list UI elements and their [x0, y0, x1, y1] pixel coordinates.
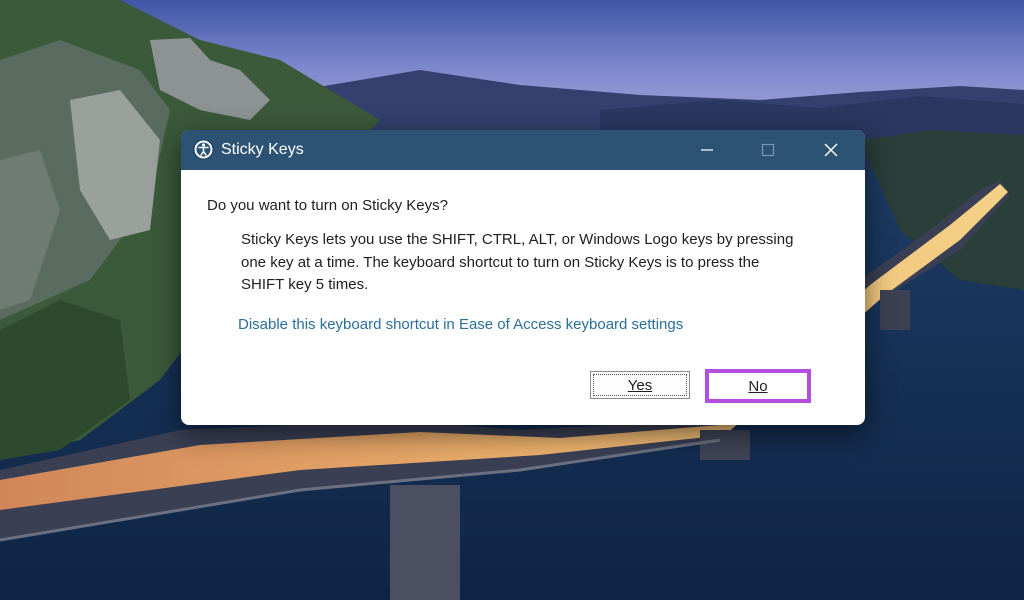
no-button-label: No	[748, 377, 768, 395]
title-bar[interactable]: Sticky Keys	[181, 130, 865, 170]
dialog-question: Do you want to turn on Sticky Keys?	[207, 197, 448, 214]
ease-of-access-settings-link[interactable]: Disable this keyboard shortcut in Ease o…	[238, 316, 683, 333]
no-button[interactable]: No	[705, 369, 811, 403]
maximize-button[interactable]	[745, 130, 791, 170]
window-title: Sticky Keys	[221, 141, 304, 158]
minimize-icon	[701, 149, 713, 151]
accessibility-icon	[193, 139, 214, 160]
sticky-keys-dialog: Sticky Keys Do you want to turn on Stick…	[181, 130, 865, 425]
yes-button[interactable]: Yes	[590, 371, 690, 399]
dialog-content: Do you want to turn on Sticky Keys? Stic…	[181, 170, 865, 425]
explanation-line: Sticky Keys lets you use the SHIFT, CTRL…	[241, 231, 794, 248]
close-button[interactable]	[808, 130, 854, 170]
maximize-icon	[761, 143, 775, 157]
yes-button-label: Yes	[627, 376, 653, 394]
close-icon	[824, 143, 838, 157]
dialog-explanation: Sticky Keys lets you use the SHIFT, CTRL…	[241, 229, 821, 297]
explanation-line: SHIFT key 5 times.	[241, 276, 369, 293]
desktop: Sticky Keys Do you want to turn on Stick…	[0, 0, 1024, 600]
minimize-button[interactable]	[684, 130, 730, 170]
explanation-line: one key at a time. The keyboard shortcut…	[241, 253, 760, 271]
